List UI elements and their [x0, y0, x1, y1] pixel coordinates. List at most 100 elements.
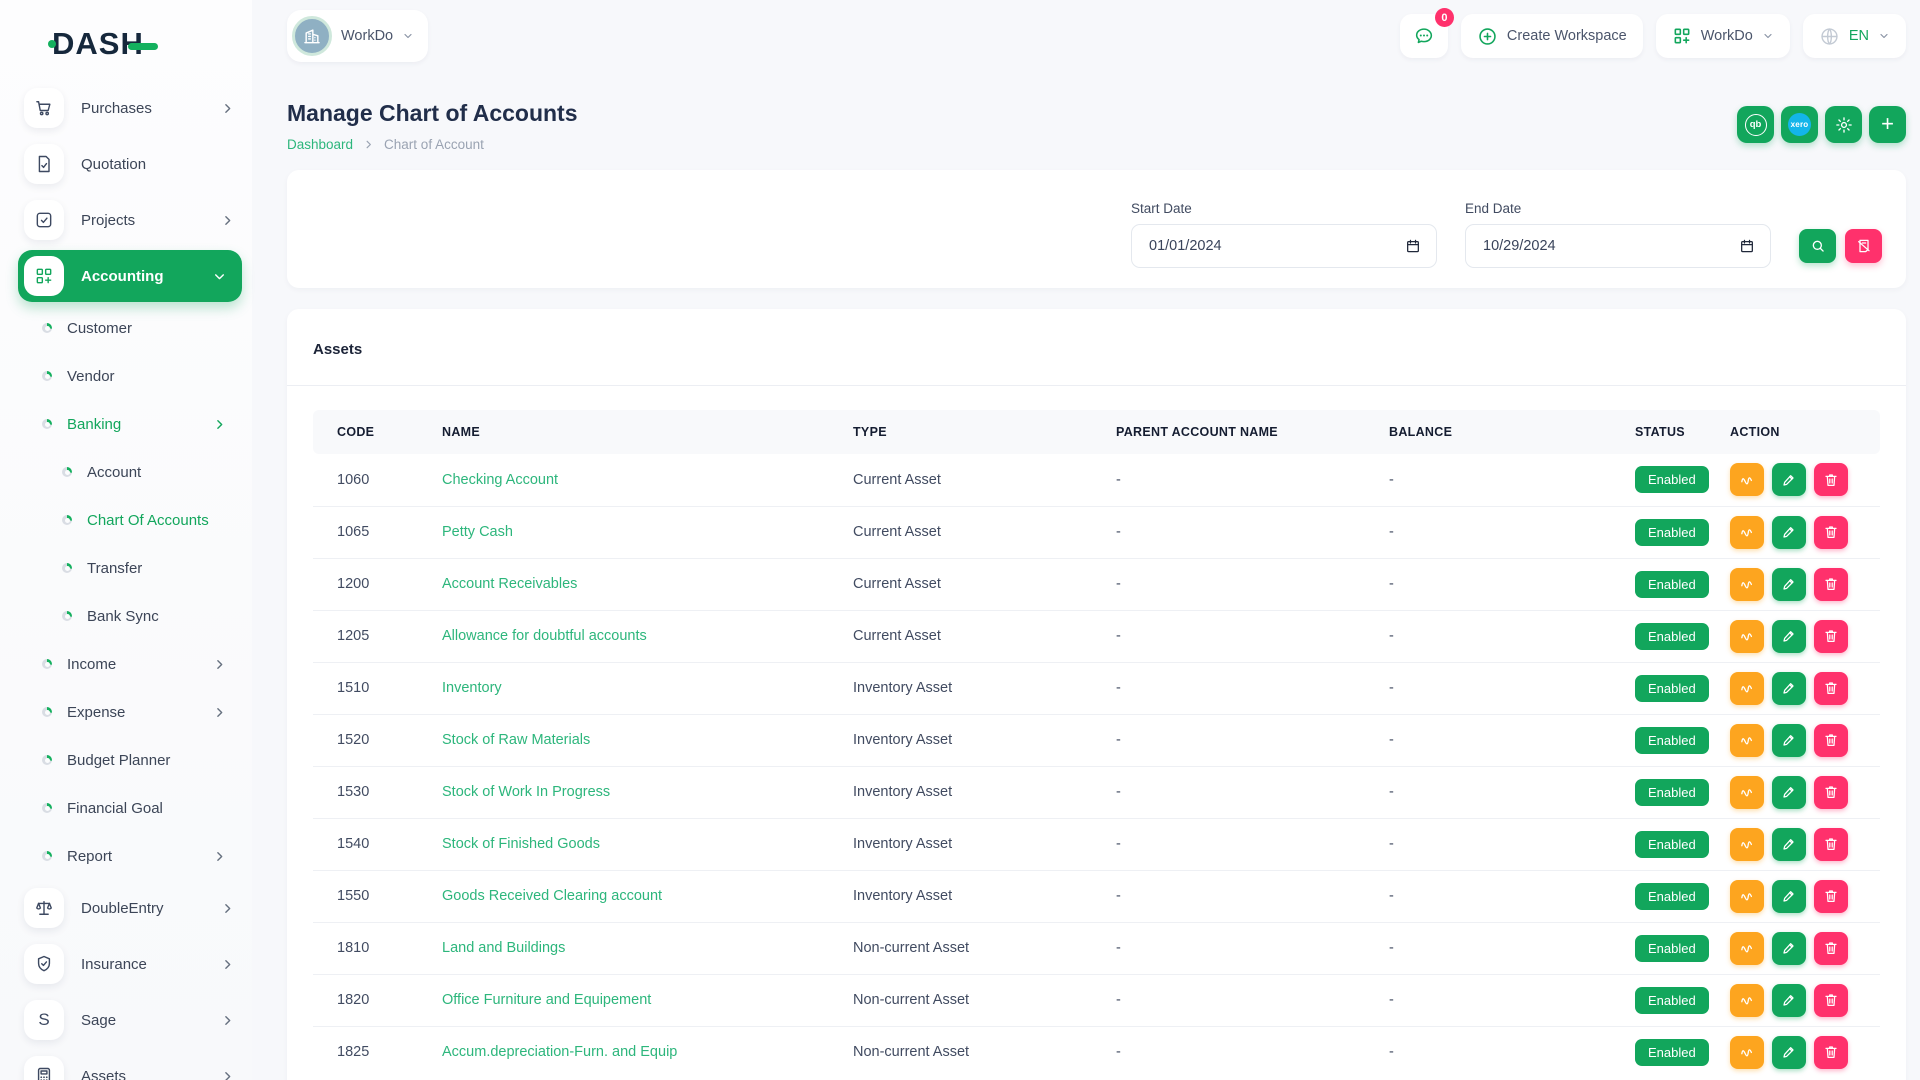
- end-date-input[interactable]: 10/29/2024: [1465, 224, 1771, 268]
- start-date-input[interactable]: 01/01/2024: [1131, 224, 1437, 268]
- edit-button[interactable]: [1772, 463, 1806, 496]
- edit-button[interactable]: [1772, 776, 1806, 809]
- edit-button[interactable]: [1772, 516, 1806, 549]
- cell-code: 1540: [313, 818, 432, 870]
- create-workspace-button[interactable]: Create Workspace: [1461, 14, 1643, 58]
- sidebar-item-budget-planner[interactable]: Budget Planner: [0, 736, 252, 784]
- transactions-button[interactable]: [1730, 776, 1764, 809]
- account-name-link[interactable]: Allowance for doubtful accounts: [442, 628, 647, 644]
- delete-button[interactable]: [1814, 672, 1848, 705]
- account-name-link[interactable]: Stock of Finished Goods: [442, 836, 600, 852]
- edit-button[interactable]: [1772, 932, 1806, 965]
- transactions-button[interactable]: [1730, 932, 1764, 965]
- account-name-link[interactable]: Stock of Work In Progress: [442, 784, 610, 800]
- sidebar-item-sage[interactable]: SSage: [0, 992, 252, 1048]
- transactions-button[interactable]: [1730, 463, 1764, 496]
- cell-name: Stock of Work In Progress: [432, 766, 843, 818]
- sidebar-item-bank-sync[interactable]: Bank Sync: [0, 592, 252, 640]
- transactions-button[interactable]: [1730, 880, 1764, 913]
- sidebar-item-expense[interactable]: Expense: [0, 688, 252, 736]
- status-badge: Enabled: [1635, 466, 1709, 493]
- delete-button[interactable]: [1814, 463, 1848, 496]
- cell-action: [1720, 610, 1880, 662]
- pulse-icon: [1739, 836, 1755, 852]
- reset-filter-button[interactable]: [1845, 229, 1882, 263]
- edit-button[interactable]: [1772, 1036, 1806, 1069]
- transactions-button[interactable]: [1730, 568, 1764, 601]
- account-name-link[interactable]: Inventory: [442, 680, 502, 696]
- edit-button[interactable]: [1772, 984, 1806, 1017]
- account-name-link[interactable]: Stock of Raw Materials: [442, 732, 590, 748]
- breadcrumb-dashboard-link[interactable]: Dashboard: [287, 137, 353, 152]
- delete-button[interactable]: [1814, 828, 1848, 861]
- delete-button[interactable]: [1814, 984, 1848, 1017]
- status-badge: Enabled: [1635, 623, 1709, 650]
- xero-button[interactable]: xero: [1781, 106, 1818, 143]
- edit-button[interactable]: [1772, 568, 1806, 601]
- edit-button[interactable]: [1772, 828, 1806, 861]
- account-name-link[interactable]: Checking Account: [442, 472, 558, 488]
- sidebar-item-insurance[interactable]: Insurance: [0, 936, 252, 992]
- sidebar-item-projects[interactable]: Projects: [0, 192, 252, 248]
- sidebar-item-accounting[interactable]: Accounting: [18, 250, 242, 302]
- delete-button[interactable]: [1814, 880, 1848, 913]
- sidebar-item-assets[interactable]: Assets: [0, 1048, 252, 1080]
- account-name-link[interactable]: Petty Cash: [442, 524, 513, 540]
- delete-button[interactable]: [1814, 516, 1848, 549]
- quickbooks-button[interactable]: qb: [1737, 106, 1774, 143]
- apply-filter-button[interactable]: [1799, 229, 1836, 263]
- cell-parent-account: -: [1106, 714, 1379, 766]
- language-button[interactable]: EN: [1803, 14, 1906, 58]
- sidebar-item-quotation[interactable]: Quotation: [0, 136, 252, 192]
- account-name-link[interactable]: Accum.depreciation-Furn. and Equip: [442, 1044, 677, 1060]
- account-name-link[interactable]: Goods Received Clearing account: [442, 888, 662, 904]
- pencil-icon: [1781, 472, 1797, 488]
- cell-code: 1205: [313, 610, 432, 662]
- sidebar-item-transfer[interactable]: Transfer: [0, 544, 252, 592]
- cell-parent-account: -: [1106, 506, 1379, 558]
- sidebar-item-income[interactable]: Income: [0, 640, 252, 688]
- edit-button[interactable]: [1772, 620, 1806, 653]
- sidebar-item-purchases[interactable]: Purchases: [0, 80, 252, 136]
- cell-status: Enabled: [1625, 922, 1720, 974]
- app-logo[interactable]: DASH: [52, 26, 158, 62]
- calendar-icon[interactable]: [1739, 238, 1755, 254]
- transactions-button[interactable]: [1730, 672, 1764, 705]
- delete-button[interactable]: [1814, 568, 1848, 601]
- calendar-icon[interactable]: [1405, 238, 1421, 254]
- edit-button[interactable]: [1772, 880, 1806, 913]
- edit-button[interactable]: [1772, 672, 1806, 705]
- sidebar-item-chart-of-accounts[interactable]: Chart Of Accounts: [0, 496, 252, 544]
- sidebar-item-vendor[interactable]: Vendor: [0, 352, 252, 400]
- sidebar-item-customer[interactable]: Customer: [0, 304, 252, 352]
- workspace-selector[interactable]: WorkDo: [287, 10, 428, 62]
- transactions-button[interactable]: [1730, 724, 1764, 757]
- cell-type: Current Asset: [843, 454, 1106, 506]
- sidebar-item-double-entry[interactable]: DoubleEntry: [0, 880, 252, 936]
- delete-button[interactable]: [1814, 1036, 1848, 1069]
- transactions-button[interactable]: [1730, 1036, 1764, 1069]
- settings-button[interactable]: [1825, 106, 1862, 143]
- delete-button[interactable]: [1814, 776, 1848, 809]
- trash-icon: [1823, 1044, 1839, 1060]
- workdo-apps-button[interactable]: WorkDo: [1656, 14, 1790, 58]
- transactions-button[interactable]: [1730, 516, 1764, 549]
- account-name-link[interactable]: Land and Buildings: [442, 940, 565, 956]
- sidebar-item-financial-goal[interactable]: Financial Goal: [0, 784, 252, 832]
- edit-button[interactable]: [1772, 724, 1806, 757]
- add-account-button[interactable]: +: [1869, 106, 1906, 143]
- transactions-button[interactable]: [1730, 828, 1764, 861]
- account-name-link[interactable]: Account Receivables: [442, 576, 577, 592]
- bullet-icon: [42, 755, 52, 765]
- delete-button[interactable]: [1814, 932, 1848, 965]
- delete-button[interactable]: [1814, 724, 1848, 757]
- sidebar-item-account[interactable]: Account: [0, 448, 252, 496]
- account-name-link[interactable]: Office Furniture and Equipement: [442, 992, 651, 1008]
- delete-button[interactable]: [1814, 620, 1848, 653]
- transactions-button[interactable]: [1730, 984, 1764, 1017]
- sidebar-item-report[interactable]: Report: [0, 832, 252, 880]
- sidebar-item-banking[interactable]: Banking: [0, 400, 252, 448]
- status-badge: Enabled: [1635, 987, 1709, 1014]
- transactions-button[interactable]: [1730, 620, 1764, 653]
- messages-button[interactable]: 0: [1400, 14, 1448, 58]
